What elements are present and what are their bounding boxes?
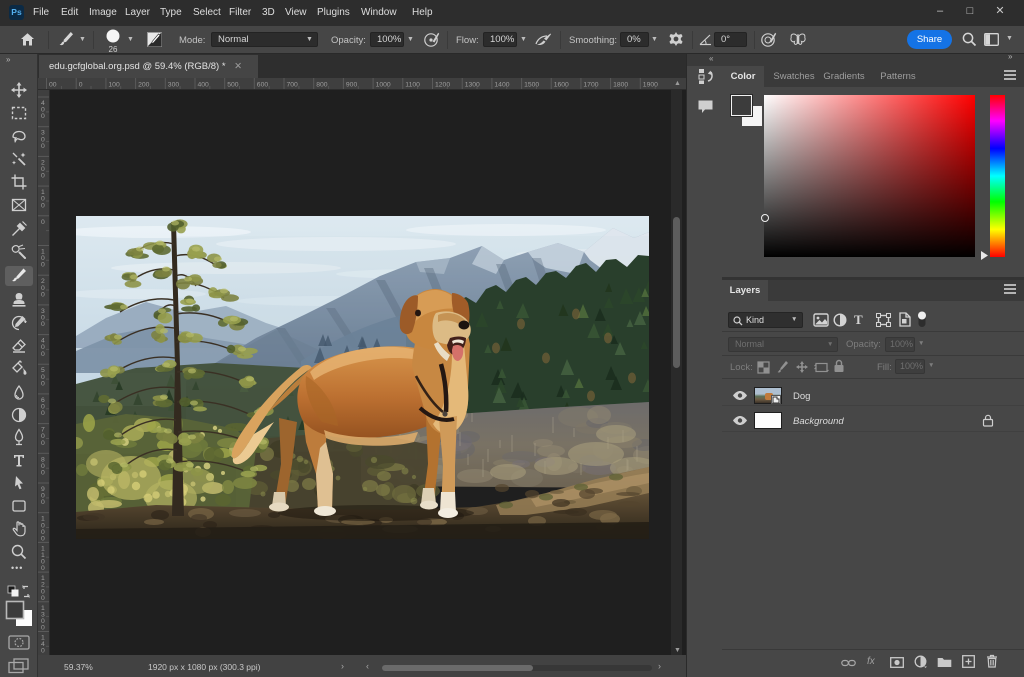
svg-text:0: 0 [41,113,45,120]
svg-text:0: 0 [41,410,45,417]
svg-text:0: 0 [41,565,45,572]
svg-text:1400: 1400 [494,82,509,89]
svg-text:600: 600 [257,82,269,89]
svg-text:200: 200 [138,82,150,89]
svg-text:0: 0 [41,351,45,358]
svg-text:0: 0 [41,262,45,269]
svg-text:0: 0 [41,499,45,506]
svg-text:0: 0 [79,82,83,89]
svg-text:500: 500 [227,82,239,89]
svg-text:0: 0 [41,470,45,477]
svg-text:100: 100 [108,82,120,89]
svg-text:1300: 1300 [465,82,480,89]
svg-text:1800: 1800 [613,82,628,89]
svg-text:0: 0 [41,321,45,328]
svg-text:1600: 1600 [554,82,569,89]
svg-text:800: 800 [316,82,328,89]
svg-text:1200: 1200 [435,82,450,89]
svg-text:700: 700 [287,82,299,89]
svg-text:1000: 1000 [376,82,391,89]
svg-text:0: 0 [41,291,45,298]
svg-text:0: 0 [41,536,45,543]
svg-text:1700: 1700 [583,82,598,89]
svg-text:0: 0 [41,219,45,226]
svg-text:400: 400 [198,82,210,89]
svg-text:0: 0 [41,440,45,447]
svg-text:300: 300 [168,82,180,89]
svg-text:0: 0 [41,202,45,209]
svg-text:1500: 1500 [524,82,539,89]
svg-text:0: 0 [41,143,45,150]
svg-text:00: 00 [49,82,57,89]
svg-text:0: 0 [41,380,45,387]
svg-text:0: 0 [41,625,45,632]
svg-text:0: 0 [41,173,45,180]
svg-text:900: 900 [346,82,358,89]
svg-text:0: 0 [41,595,45,602]
svg-text:1100: 1100 [405,82,420,89]
svg-text:1900: 1900 [643,82,658,89]
